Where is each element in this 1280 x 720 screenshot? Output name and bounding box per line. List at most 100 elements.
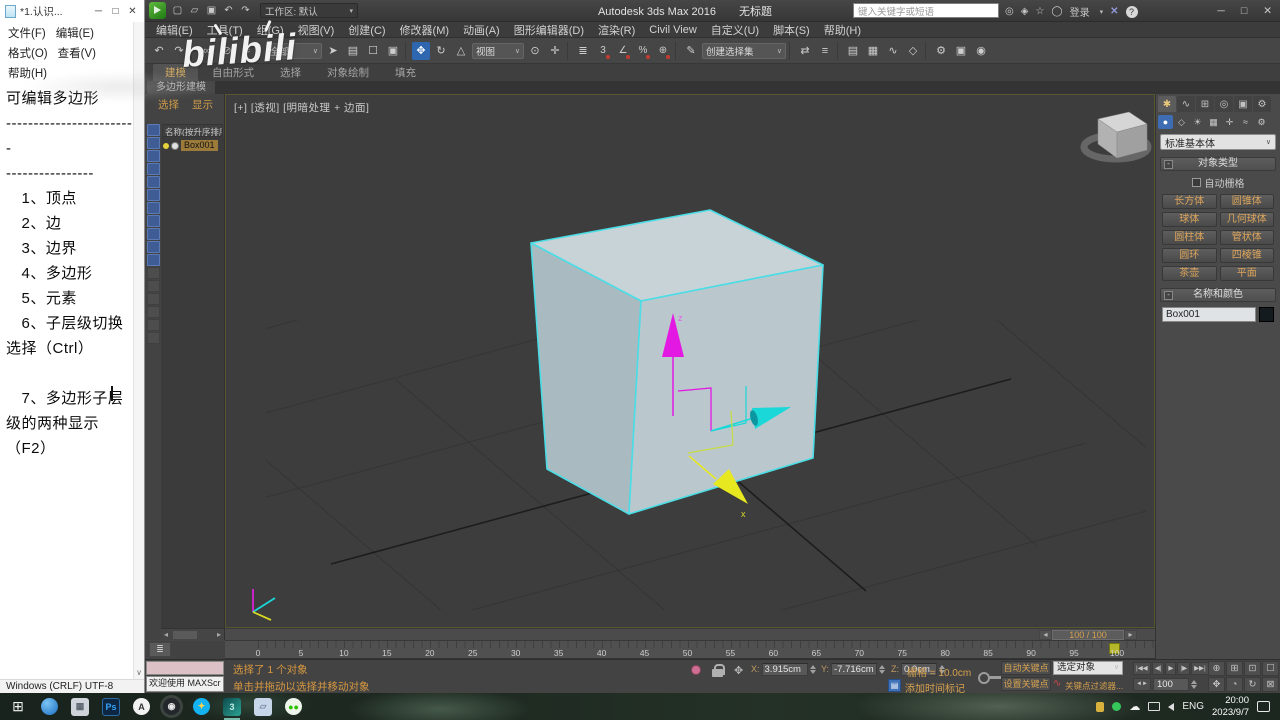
next-frame-arrow-icon[interactable]: ▸: [1124, 630, 1137, 640]
reference-coordinate-dropdown[interactable]: 视图 ∨: [472, 42, 524, 59]
autogrid-checkbox[interactable]: [1191, 178, 1201, 187]
name-color-rollout-header[interactable]: - 名称和颜色: [1160, 288, 1276, 302]
menu-item[interactable]: 脚本(S): [766, 22, 817, 38]
explorer-tool-icon[interactable]: [147, 228, 160, 240]
render-icon[interactable]: ◉: [972, 42, 990, 60]
notepad-text-area[interactable]: 可编辑多边形----------------------------------…: [0, 60, 133, 679]
previous-frame-arrow-icon[interactable]: ◂: [1039, 630, 1052, 640]
max-titlebar[interactable]: ▢ ▱ ▣ ↶ ↷ 工作区: 默认 ▾ Autodesk 3ds Max 201…: [145, 0, 1280, 22]
mini-curve-editor-button[interactable]: ≣: [149, 642, 171, 657]
explorer-tool-icon[interactable]: [147, 332, 160, 344]
motion-tab[interactable]: ◎: [1215, 96, 1233, 112]
isolate-selection-icon[interactable]: [691, 665, 701, 675]
object-name-field[interactable]: Box001: [1162, 307, 1256, 322]
close-icon[interactable]: ✕: [1263, 5, 1272, 17]
y-spinner[interactable]: [879, 664, 886, 674]
menu-item[interactable]: 修改器(M): [393, 22, 457, 38]
explorer-tool-icon[interactable]: [147, 189, 160, 201]
object-type-button[interactable]: 长方体: [1162, 194, 1217, 209]
pan-icon[interactable]: ✥: [1208, 677, 1225, 692]
geometry-category[interactable]: ●: [1158, 115, 1173, 129]
named-sets-dropdown[interactable]: 创建选择集 ∨: [702, 42, 786, 59]
time-slider-track[interactable]: ◂ 100 / 100 ▸: [225, 628, 1155, 641]
scroll-left-icon[interactable]: ◂: [161, 630, 171, 639]
taskbar-files-icon[interactable]: ▱: [254, 697, 272, 716]
walk-through-icon[interactable]: ◔: [1226, 677, 1243, 692]
notification-center-icon[interactable]: [1257, 701, 1270, 712]
select-scale-icon[interactable]: △: [452, 42, 470, 60]
taskbar-photoshop-icon[interactable]: Ps: [102, 697, 120, 716]
object-type-button[interactable]: 茶壶: [1162, 266, 1217, 281]
object-type-button[interactable]: 圆环: [1162, 248, 1217, 263]
maxscript-input-field[interactable]: [146, 661, 224, 675]
object-type-button[interactable]: 管状体: [1219, 230, 1274, 245]
menu-item[interactable]: 帮助(H): [817, 22, 868, 38]
notepad-maximize-icon[interactable]: □: [109, 6, 122, 17]
align-icon[interactable]: ≡: [816, 42, 834, 60]
graphite-toggle-icon[interactable]: ▦: [864, 42, 882, 60]
explorer-tool-icon[interactable]: [147, 163, 160, 175]
create-tab[interactable]: ✱: [1158, 96, 1176, 112]
taskbar-capture-icon[interactable]: A: [133, 698, 150, 715]
object-type-button[interactable]: 圆柱体: [1162, 230, 1217, 245]
go-to-start-button[interactable]: |◀◀: [1133, 662, 1151, 675]
taskbar-wechat-icon[interactable]: ●●: [285, 698, 302, 715]
help-icon[interactable]: ?: [1125, 5, 1138, 18]
lights-category[interactable]: ☀: [1190, 115, 1205, 129]
select-rotate-icon[interactable]: ↻: [432, 42, 450, 60]
notepad-close-icon[interactable]: ✕: [126, 6, 139, 17]
set-key-button[interactable]: 设置关键点: [1001, 677, 1051, 691]
explorer-name-column-header[interactable]: 名称(按升序排序): [162, 124, 223, 137]
taskbar-qq-icon[interactable]: ✦: [193, 698, 210, 715]
menu-item[interactable]: 图形编辑器(D): [507, 22, 591, 38]
explorer-tool-icon[interactable]: [147, 267, 160, 279]
orbit-icon[interactable]: ↻: [1244, 677, 1261, 692]
key-filter-dropdown[interactable]: 选定对象 ∨: [1053, 661, 1123, 675]
collapse-icon[interactable]: -: [1164, 160, 1173, 169]
select-by-name-icon[interactable]: ▤: [344, 42, 362, 60]
object-type-button[interactable]: 几何球体: [1219, 212, 1274, 227]
object-type-rollout-header[interactable]: - 对象类型: [1160, 157, 1276, 171]
cameras-category[interactable]: ▦: [1206, 115, 1221, 129]
notepad-titlebar[interactable]: *1.认识... ─ □ ✕: [0, 0, 144, 22]
time-slider-handle[interactable]: ◂ 100 / 100 ▸: [1039, 630, 1137, 640]
object-type-button[interactable]: 四棱锥: [1219, 248, 1274, 263]
layer-manager-icon[interactable]: ▤: [844, 42, 862, 60]
ribbon-tab-object-paint[interactable]: 对象绘制: [315, 64, 381, 81]
search-input[interactable]: 键入关键字或短语: [853, 3, 999, 18]
x-spinner[interactable]: [809, 664, 816, 674]
undo-quick-icon[interactable]: ↶: [222, 5, 235, 16]
workspace-dropdown[interactable]: 工作区: 默认 ▾: [260, 3, 358, 18]
explorer-tree-background[interactable]: [161, 137, 224, 628]
maxscript-listener[interactable]: 欢迎使用 MAXScr: [146, 676, 224, 692]
communication-center-icon[interactable]: ◈: [1021, 6, 1029, 17]
auto-key-button[interactable]: 自动关键点: [1001, 661, 1051, 675]
scrollbar-down-icon[interactable]: ∨: [134, 668, 144, 677]
menu-item[interactable]: 自定义(U): [704, 22, 766, 38]
explorer-tool-icon[interactable]: [147, 150, 160, 162]
edit-named-sets-icon[interactable]: ✎: [682, 42, 700, 60]
explorer-tool-icon[interactable]: [147, 124, 160, 136]
view-cube[interactable]: [1080, 111, 1152, 163]
start-button[interactable]: ⊞: [8, 697, 28, 717]
select-move-icon[interactable]: ✥: [412, 41, 430, 60]
visibility-bulb-icon[interactable]: [163, 142, 169, 149]
exchange-apps-icon[interactable]: ✕: [1110, 6, 1118, 17]
menu-item[interactable]: 视图(V): [291, 22, 342, 38]
snap-angle-icon[interactable]: ∠: [614, 42, 632, 60]
render-setup-icon[interactable]: ⚙: [932, 42, 950, 60]
explorer-node-row[interactable]: Box001: [163, 139, 218, 152]
absolute-mode-icon[interactable]: ✥: [734, 664, 743, 677]
notepad-minimize-icon[interactable]: ─: [92, 6, 105, 17]
maximize-viewport-icon[interactable]: ⊠: [1262, 677, 1279, 692]
systems-category[interactable]: ⚙: [1254, 115, 1269, 129]
save-file-icon[interactable]: ▣: [205, 5, 218, 16]
box-object[interactable]: [530, 209, 824, 515]
menu-item[interactable]: Civil View: [642, 24, 703, 36]
explorer-tool-icon[interactable]: [147, 241, 160, 253]
notepad-menu-item[interactable]: 编辑(E): [51, 23, 99, 43]
hierarchy-tab[interactable]: ⊞: [1196, 96, 1214, 112]
explorer-h-scrollbar[interactable]: ◂ ▸: [161, 628, 224, 640]
object-type-button[interactable]: 圆锥体: [1219, 194, 1274, 209]
tray-cloud-icon[interactable]: ☁: [1129, 700, 1140, 713]
